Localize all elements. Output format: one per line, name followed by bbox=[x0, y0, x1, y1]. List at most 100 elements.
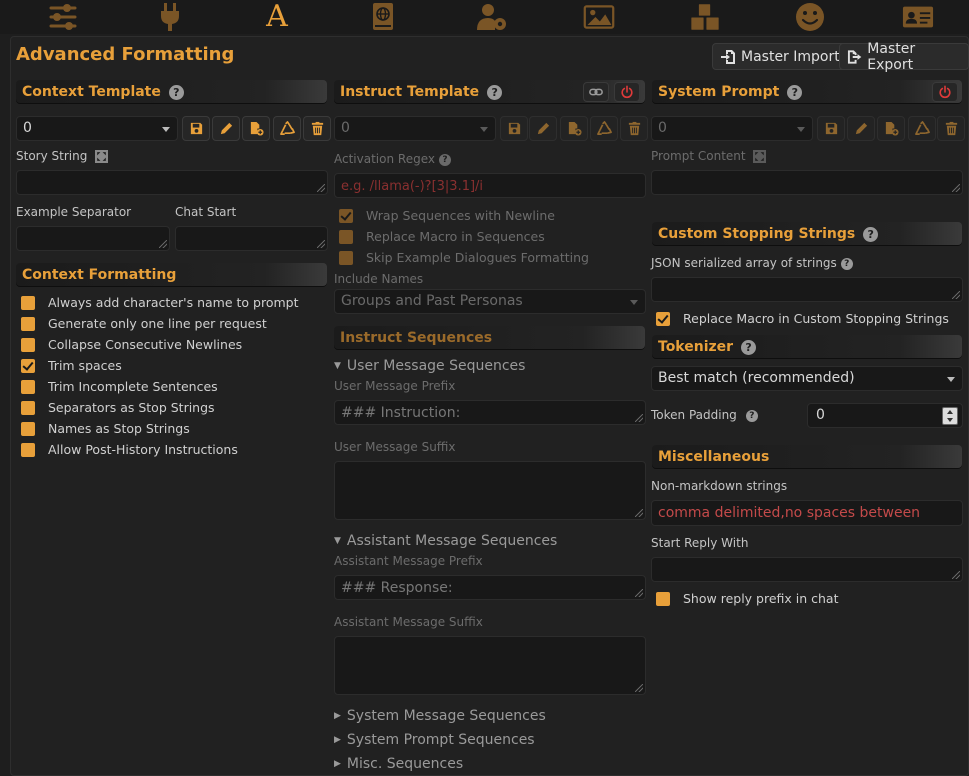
cubes-icon[interactable] bbox=[685, 0, 725, 34]
delete-button[interactable] bbox=[303, 116, 331, 141]
help-icon[interactable]: ? bbox=[741, 339, 757, 355]
caret-down-icon: ▼ bbox=[334, 361, 341, 371]
help-icon[interactable]: ? bbox=[168, 84, 184, 100]
id-card-icon[interactable] bbox=[898, 0, 938, 34]
tokenizer-select[interactable]: Best match (recommended) bbox=[651, 366, 963, 391]
checkbox[interactable] bbox=[339, 229, 353, 244]
system-prompt-sequences-toggle[interactable]: ▶ System Prompt Sequences bbox=[334, 732, 535, 748]
activation-regex-input[interactable]: e.g. /llama(-)?[3|3.1]/i bbox=[334, 173, 646, 198]
power-icon bbox=[939, 85, 951, 99]
user-sequences-toggle[interactable]: ▼ User Message Sequences bbox=[334, 358, 525, 374]
help-icon[interactable]: ? bbox=[487, 84, 503, 100]
expand-icon[interactable] bbox=[753, 150, 767, 163]
master-import-button[interactable]: Master Import bbox=[712, 43, 848, 70]
checkbox[interactable] bbox=[21, 316, 35, 331]
replace-macro-stopping-option[interactable]: Replace Macro in Custom Stopping Strings bbox=[656, 311, 949, 326]
post-history-option[interactable]: Allow Post-History Instructions bbox=[21, 442, 238, 457]
delete-button[interactable] bbox=[937, 116, 965, 141]
include-names-select[interactable]: Groups and Past Personas bbox=[334, 289, 646, 314]
trim-incomplete-option[interactable]: Trim Incomplete Sentences bbox=[21, 379, 218, 394]
system-sequences-toggle[interactable]: ▶ System Message Sequences bbox=[334, 708, 546, 724]
checkbox-checked[interactable] bbox=[656, 311, 670, 326]
help-icon[interactable]: ? bbox=[438, 153, 451, 166]
replace-macro-option[interactable]: Replace Macro in Sequences bbox=[339, 229, 545, 244]
system-prompt-power-button[interactable] bbox=[932, 82, 958, 102]
restore-button[interactable] bbox=[590, 116, 618, 141]
edit-button[interactable] bbox=[529, 116, 557, 141]
prompt-content-input[interactable] bbox=[651, 170, 963, 195]
help-icon[interactable]: ? bbox=[863, 226, 879, 242]
user-gear-icon[interactable] bbox=[472, 0, 512, 34]
new-file-button[interactable] bbox=[877, 116, 905, 141]
wrap-sequences-option[interactable]: Wrap Sequences with Newline bbox=[339, 208, 555, 223]
master-export-button[interactable]: Master Export bbox=[839, 40, 969, 73]
always-add-name-option[interactable]: Always add character's name to prompt bbox=[21, 295, 298, 310]
stopping-strings-input[interactable] bbox=[651, 277, 963, 302]
token-padding-input[interactable]: 0 bbox=[807, 403, 963, 428]
new-file-button[interactable] bbox=[560, 116, 588, 141]
instruct-template-select[interactable]: 0 bbox=[334, 116, 496, 141]
misc-sequences-toggle[interactable]: ▶ Misc. Sequences bbox=[334, 756, 463, 772]
restore-button[interactable] bbox=[908, 116, 936, 141]
instruct-power-button[interactable] bbox=[614, 82, 640, 102]
caret-down-icon: ▼ bbox=[334, 536, 341, 546]
help-icon[interactable]: ? bbox=[787, 84, 803, 100]
checkbox[interactable] bbox=[339, 250, 353, 265]
skip-example-option[interactable]: Skip Example Dialogues Formatting bbox=[339, 250, 589, 265]
edit-button[interactable] bbox=[212, 116, 240, 141]
collapse-newlines-option[interactable]: Collapse Consecutive Newlines bbox=[21, 337, 242, 352]
checkbox[interactable] bbox=[21, 442, 35, 457]
user-suffix-input[interactable] bbox=[334, 461, 646, 520]
checkbox-checked[interactable] bbox=[339, 208, 353, 223]
user-prefix-input[interactable]: ### Instruction: bbox=[334, 400, 646, 425]
checkbox[interactable] bbox=[21, 337, 35, 352]
bind-link-button[interactable] bbox=[583, 82, 609, 102]
system-prompt-select[interactable]: 0 bbox=[651, 116, 813, 141]
save-button[interactable] bbox=[817, 116, 845, 141]
example-separator-input[interactable] bbox=[16, 226, 170, 251]
checkbox[interactable] bbox=[21, 295, 35, 310]
assistant-prefix-input[interactable]: ### Response: bbox=[334, 575, 646, 600]
pencil-icon bbox=[220, 122, 232, 135]
context-formatting-header: Context Formatting bbox=[16, 263, 327, 287]
edit-button[interactable] bbox=[847, 116, 875, 141]
book-atlas-icon[interactable] bbox=[363, 0, 403, 34]
spinner-arrows-icon[interactable] bbox=[942, 407, 958, 425]
checkbox[interactable] bbox=[21, 400, 35, 415]
context-template-select[interactable]: 0 bbox=[16, 116, 178, 141]
master-export-label: Master Export bbox=[867, 40, 916, 73]
checkbox[interactable] bbox=[21, 421, 35, 436]
assistant-suffix-input[interactable] bbox=[334, 636, 646, 695]
non-markdown-input[interactable]: comma delimited,no spaces between bbox=[651, 500, 963, 526]
one-line-option[interactable]: Generate only one line per request bbox=[21, 316, 267, 331]
chat-start-input[interactable] bbox=[175, 226, 328, 251]
instruct-sequences-header: Instruct Sequences bbox=[334, 326, 645, 350]
non-markdown-label: Non-markdown strings bbox=[651, 479, 788, 493]
help-icon[interactable]: ? bbox=[840, 257, 853, 270]
trim-spaces-option[interactable]: Trim spaces bbox=[21, 358, 122, 373]
save-button[interactable] bbox=[182, 116, 210, 141]
sliders-icon[interactable] bbox=[43, 0, 83, 34]
image-landscape-icon[interactable] bbox=[579, 0, 619, 34]
separators-stop-option[interactable]: Separators as Stop Strings bbox=[21, 400, 215, 415]
help-icon[interactable]: ? bbox=[745, 409, 758, 422]
story-string-input[interactable] bbox=[16, 170, 328, 195]
delete-button[interactable] bbox=[620, 116, 648, 141]
smiley-icon[interactable] bbox=[790, 0, 830, 34]
restore-button[interactable] bbox=[273, 116, 301, 141]
master-import-label: Master Import bbox=[741, 48, 840, 65]
font-a-icon[interactable]: A bbox=[257, 0, 297, 34]
start-reply-input[interactable] bbox=[651, 557, 963, 582]
checkbox[interactable] bbox=[21, 379, 35, 394]
checkbox[interactable] bbox=[656, 591, 670, 606]
expand-icon[interactable] bbox=[95, 150, 109, 163]
names-stop-option[interactable]: Names as Stop Strings bbox=[21, 421, 190, 436]
checkbox-checked[interactable] bbox=[21, 358, 35, 373]
new-file-button[interactable] bbox=[242, 116, 270, 141]
plug-icon[interactable] bbox=[150, 0, 190, 34]
assistant-sequences-toggle[interactable]: ▼ Assistant Message Sequences bbox=[334, 533, 557, 549]
file-import-icon bbox=[721, 49, 735, 64]
token-padding-label: Token Padding? bbox=[651, 408, 758, 422]
save-button[interactable] bbox=[500, 116, 528, 141]
show-reply-prefix-option[interactable]: Show reply prefix in chat bbox=[656, 591, 839, 606]
